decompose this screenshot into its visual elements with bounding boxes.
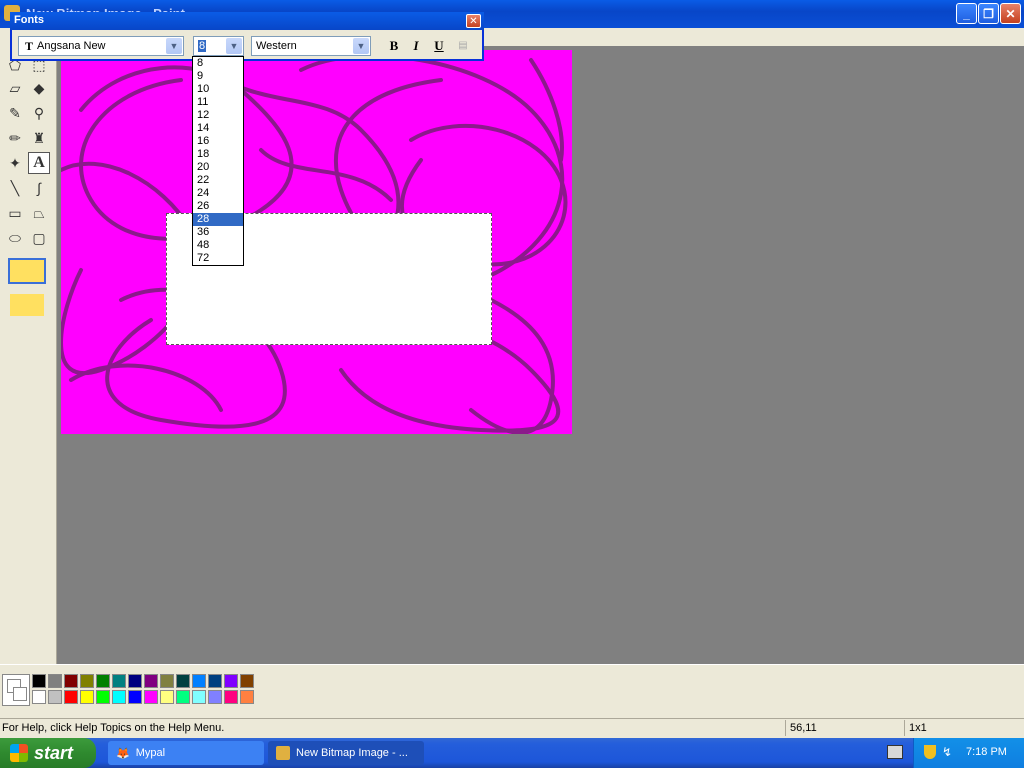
underline-button[interactable]: U [430,37,448,55]
ellipse-icon[interactable]: ⬭ [4,227,26,249]
font-size-dropdown-list[interactable]: 8 9 10 11 12 14 16 18 20 22 24 26 28 36 48 72 [192,56,244,266]
color-swatch[interactable] [32,674,46,688]
status-coordinates: 56,11 [785,720,906,736]
color-swatch[interactable] [112,674,126,688]
curve-icon[interactable]: ∫ [28,177,50,199]
color-swatch[interactable] [160,690,174,704]
size-option[interactable]: 20 [193,161,243,174]
status-size: 1x1 [904,720,1024,736]
font-script-value: Western [256,40,297,52]
color-swatch[interactable] [192,690,206,704]
fill-bucket-icon[interactable]: ◆ [28,77,50,99]
color-swatch[interactable] [80,690,94,704]
text-tool-icon[interactable]: A [28,152,50,174]
font-name-combo[interactable]: T Angsana New ▼ [18,36,184,56]
paint-icon [276,746,290,760]
chevron-down-icon[interactable]: ▼ [353,38,369,54]
color-swatch[interactable] [208,690,222,704]
fonts-close-button[interactable]: ✕ [466,14,481,28]
pencil-icon[interactable]: ✏ [4,127,26,149]
color-swatch[interactable] [48,690,62,704]
color-swatch[interactable] [48,674,62,688]
color-swatch[interactable] [176,690,190,704]
eraser-icon[interactable]: ▱ [4,77,26,99]
close-button[interactable]: ✕ [1000,3,1021,24]
color-swatch[interactable] [80,674,94,688]
minimize-button[interactable]: _ [956,3,977,24]
color-swatch[interactable] [208,674,222,688]
vertical-text-icon: ▤ [458,40,468,51]
start-label: start [34,742,74,763]
task-mypal[interactable]: 🦊 Mypal [108,741,264,765]
fonts-title: Fonts [14,14,44,26]
size-option[interactable]: 22 [193,174,243,187]
truetype-icon: T [25,38,34,53]
color-swatch[interactable] [32,690,46,704]
rectangle-icon[interactable]: ▭ [4,202,26,224]
magnifier-icon[interactable]: ⚲ [28,102,50,124]
font-size-combo[interactable]: 8 ▼ [193,36,244,56]
fonts-title-bar [10,12,484,30]
security-shield-icon[interactable] [924,745,936,759]
opaque-background-option[interactable] [8,258,46,284]
color-swatch[interactable] [128,674,142,688]
task-label: New Bitmap Image - ... [296,747,408,759]
size-option[interactable]: 8 [193,57,243,70]
color-swatch[interactable] [240,674,254,688]
polygon-icon[interactable]: ⏢ [28,202,50,224]
font-script-combo[interactable]: Western ▼ [251,36,371,56]
keyboard-icon[interactable] [887,745,903,759]
color-swatch[interactable] [224,690,238,704]
size-option[interactable]: 26 [193,200,243,213]
color-swatch[interactable] [144,674,158,688]
brush-icon[interactable]: ♜ [28,127,50,149]
size-option[interactable]: 36 [193,226,243,239]
size-option[interactable]: 12 [193,109,243,122]
mypal-icon: 🦊 [116,747,130,760]
color-swatch[interactable] [128,690,142,704]
size-option[interactable]: 24 [193,187,243,200]
color-swatch[interactable] [64,674,78,688]
size-option[interactable]: 28 [193,213,243,226]
italic-button[interactable]: I [407,37,425,55]
color-swatch[interactable] [224,674,238,688]
rounded-rect-icon[interactable]: ▢ [28,227,50,249]
chevron-down-icon[interactable]: ▼ [226,38,242,54]
transparent-background-option[interactable] [8,292,46,318]
color-swatch[interactable] [96,690,110,704]
color-swatch[interactable] [144,690,158,704]
airbrush-icon[interactable]: ✦ [4,152,26,174]
size-option[interactable]: 14 [193,122,243,135]
start-button[interactable]: start [0,738,96,768]
color-swatch[interactable] [96,674,110,688]
color-swatch[interactable] [176,674,190,688]
network-icon[interactable]: ↯ [942,745,956,759]
clock[interactable]: 7:18 PM [966,746,1007,758]
color-swatch[interactable] [112,690,126,704]
size-option[interactable]: 48 [193,239,243,252]
size-option[interactable]: 18 [193,148,243,161]
bold-button[interactable]: B [385,37,403,55]
task-label: Mypal [135,747,166,759]
font-name-value: Angsana New [37,40,106,52]
size-option[interactable]: 10 [193,83,243,96]
chevron-down-icon[interactable]: ▼ [166,38,182,54]
status-help-text: For Help, click Help Topics on the Help … [2,722,225,734]
size-option[interactable]: 11 [193,96,243,109]
color-swatch[interactable] [64,690,78,704]
task-paint[interactable]: New Bitmap Image - ... [268,741,424,765]
line-icon[interactable]: ╲ [4,177,26,199]
size-option[interactable]: 16 [193,135,243,148]
color-picker-icon[interactable]: ✎ [4,102,26,124]
color-swatch[interactable] [160,674,174,688]
color-swatch[interactable] [240,690,254,704]
font-size-value: 8 [198,40,207,52]
windows-logo-icon [10,744,28,762]
color-swatch[interactable] [192,674,206,688]
size-option[interactable]: 9 [193,70,243,83]
maximize-button[interactable]: ❐ [978,3,999,24]
size-option[interactable]: 72 [193,252,243,265]
current-colors[interactable] [2,674,30,706]
